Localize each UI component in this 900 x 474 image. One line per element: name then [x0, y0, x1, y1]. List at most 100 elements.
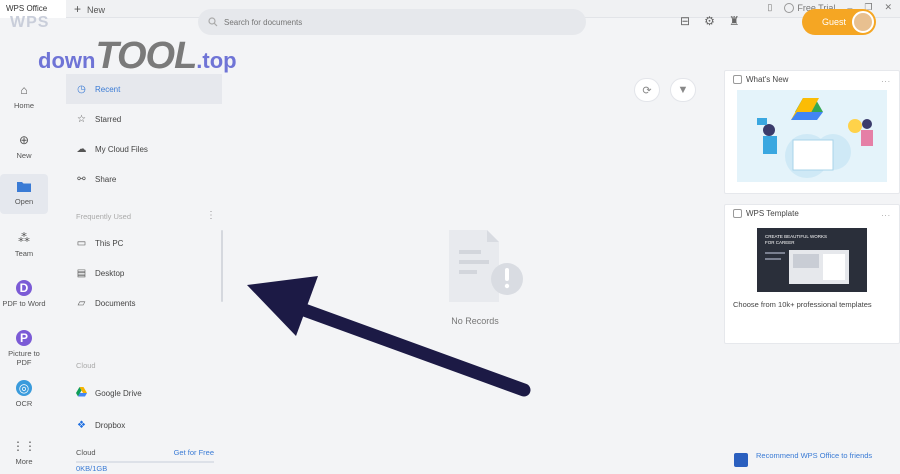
app-name: WPS Office — [6, 4, 48, 13]
storage-bar — [76, 461, 214, 463]
nav-label: Recent — [95, 84, 121, 94]
refresh-icon: ⟳ — [642, 84, 652, 97]
pdf-to-word-icon: D — [16, 280, 32, 296]
rail-team[interactable]: ⁂ Team — [0, 228, 48, 268]
folder-icon — [16, 178, 32, 194]
template-banner-line-2: FOR CAREER — [765, 240, 795, 245]
wps-logo: WPS — [10, 14, 50, 31]
nav-this-pc[interactable]: ▭ This PC — [66, 228, 222, 258]
search-icon — [208, 17, 218, 27]
rail-picture-to-pdf[interactable]: P Picture to PDF — [0, 328, 48, 368]
template-banner: CREATE BEAUTIFUL WORKS FOR CAREER — [757, 228, 867, 292]
nav-desktop[interactable]: ▤ Desktop — [66, 258, 222, 288]
nav-recent[interactable]: ◷ Recent — [66, 74, 222, 104]
whats-new-card[interactable]: What's New... — [724, 70, 900, 194]
get-for-free-link[interactable]: Get for Free — [174, 448, 214, 457]
picture-to-pdf-icon: P — [16, 330, 32, 346]
star-icon: ☆ — [77, 113, 86, 125]
desktop-icon: ▤ — [76, 267, 87, 279]
filter-icon: ▼ — [677, 84, 689, 96]
nav-label: Dropbox — [95, 420, 126, 430]
template-icon — [733, 209, 742, 218]
recommend-text: Recommend WPS Office to friends — [756, 451, 873, 460]
guest-label: Guest — [821, 17, 846, 27]
wps-template-card[interactable]: WPS Template... CREATE BEAUTIFUL WORKS F… — [724, 204, 900, 344]
ocr-icon: ◎ — [16, 380, 32, 396]
rail-label: New — [16, 151, 32, 160]
share-icon: ⚯ — [77, 173, 86, 185]
left-rail: ⌂ Home ⊕ New Open ⁂ Team D PDF to Word P Pict… — [0, 66, 52, 474]
home-icon: ⌂ — [20, 83, 28, 97]
rail-new[interactable]: ⊕ New — [0, 130, 48, 170]
rail-ocr[interactable]: ◎ OCR — [0, 378, 48, 418]
header-icons: ⊟ ⚙ ♜ — [680, 14, 740, 28]
nav-label: Starred — [95, 114, 122, 124]
empty-state-illustration — [430, 228, 530, 306]
cloud-heading: Cloud — [76, 361, 96, 370]
template-banner-line-1: CREATE BEAUTIFUL WORKS — [765, 234, 827, 239]
rail-home[interactable]: ⌂ Home — [0, 80, 48, 120]
clock-icon: ◷ — [77, 83, 86, 95]
nav-my-cloud-files[interactable]: ☁ My Cloud Files — [66, 134, 222, 164]
folder-outline-icon: ▱ — [77, 297, 86, 309]
tab-manager-icon[interactable]: ▯ — [767, 2, 772, 13]
rail-label: Picture to PDF — [8, 349, 40, 367]
nav-scrollbar[interactable] — [221, 230, 223, 302]
template-caption: Choose from 10k+ professional templates — [733, 300, 872, 309]
storage-usage: 0KB/1GB — [76, 464, 108, 473]
nav-starred[interactable]: ☆ Starred — [66, 104, 222, 134]
rail-label: Home — [13, 101, 34, 110]
skin-icon[interactable]: ♜ — [729, 14, 740, 28]
watermark-part-3: .top — [196, 48, 237, 73]
cloud-footer-label: Cloud — [76, 448, 96, 457]
refresh-button[interactable]: ⟳ — [634, 78, 660, 102]
document-warning-icon — [449, 230, 523, 302]
cloud-icon: ☁ — [76, 143, 87, 155]
whats-new-title: What's New — [746, 75, 789, 84]
nav-label: Google Drive — [95, 388, 142, 398]
nav-label: Share — [95, 174, 117, 184]
nav-documents[interactable]: ▱ Documents — [66, 288, 222, 318]
grid-icon: ⋮⋮ — [12, 439, 36, 453]
new-tab-button[interactable]: + New — [74, 2, 105, 16]
thumbs-up-icon — [734, 453, 748, 467]
settings-icon[interactable]: ⚙ — [704, 14, 715, 28]
plus-icon: + — [74, 2, 82, 16]
frequently-used-heading: Frequently Used — [76, 212, 132, 221]
nav-share[interactable]: ⚯ Share — [66, 164, 222, 194]
search-bar[interactable] — [198, 9, 586, 35]
close-icon[interactable]: ✕ — [884, 2, 892, 13]
whats-new-more-icon[interactable]: ... — [881, 75, 891, 84]
guest-button[interactable]: Guest — [802, 9, 876, 35]
search-input[interactable] — [224, 17, 524, 27]
nav-label: Documents — [95, 298, 136, 308]
no-records-text: No Records — [451, 316, 499, 326]
plus-circle-icon: ⊕ — [18, 133, 30, 147]
nav-dropbox[interactable]: ❖ Dropbox — [66, 410, 222, 440]
dropbox-icon: ❖ — [77, 419, 86, 431]
new-tab-label: New — [87, 5, 106, 15]
template-title: WPS Template — [746, 209, 799, 218]
rail-label: PDF to Word — [2, 299, 46, 308]
nav-panel: ◷ Recent ☆ Starred ☁ My Cloud Files ⚯ Share … — [66, 72, 224, 474]
nav-label: This PC — [95, 238, 124, 248]
rail-open[interactable]: Open — [0, 174, 48, 214]
cloud-storage-footer: Cloud Get for Free 0KB/1GB — [76, 448, 214, 473]
more-options-icon[interactable]: ⋮ — [206, 210, 216, 221]
trial-icon — [784, 2, 795, 13]
rail-label: More — [15, 457, 33, 466]
google-drive-icon — [76, 386, 87, 400]
rail-more[interactable]: ⋮⋮ More — [0, 436, 48, 474]
nav-label: Desktop — [95, 268, 125, 278]
message-icon[interactable]: ⊟ — [680, 14, 690, 28]
whats-new-illustration — [737, 90, 887, 182]
template-more-icon[interactable]: ... — [881, 209, 891, 218]
recommend-banner[interactable]: Recommend WPS Office to friends — [734, 451, 874, 467]
rail-label: Open — [14, 197, 34, 206]
team-icon: ⁂ — [18, 231, 30, 245]
nav-label: My Cloud Files — [95, 144, 148, 154]
rail-pdf-to-word[interactable]: D PDF to Word — [0, 278, 48, 318]
rail-label: OCR — [15, 399, 33, 408]
nav-google-drive[interactable]: Google Drive — [66, 378, 222, 408]
filter-button[interactable]: ▼ — [670, 78, 696, 102]
